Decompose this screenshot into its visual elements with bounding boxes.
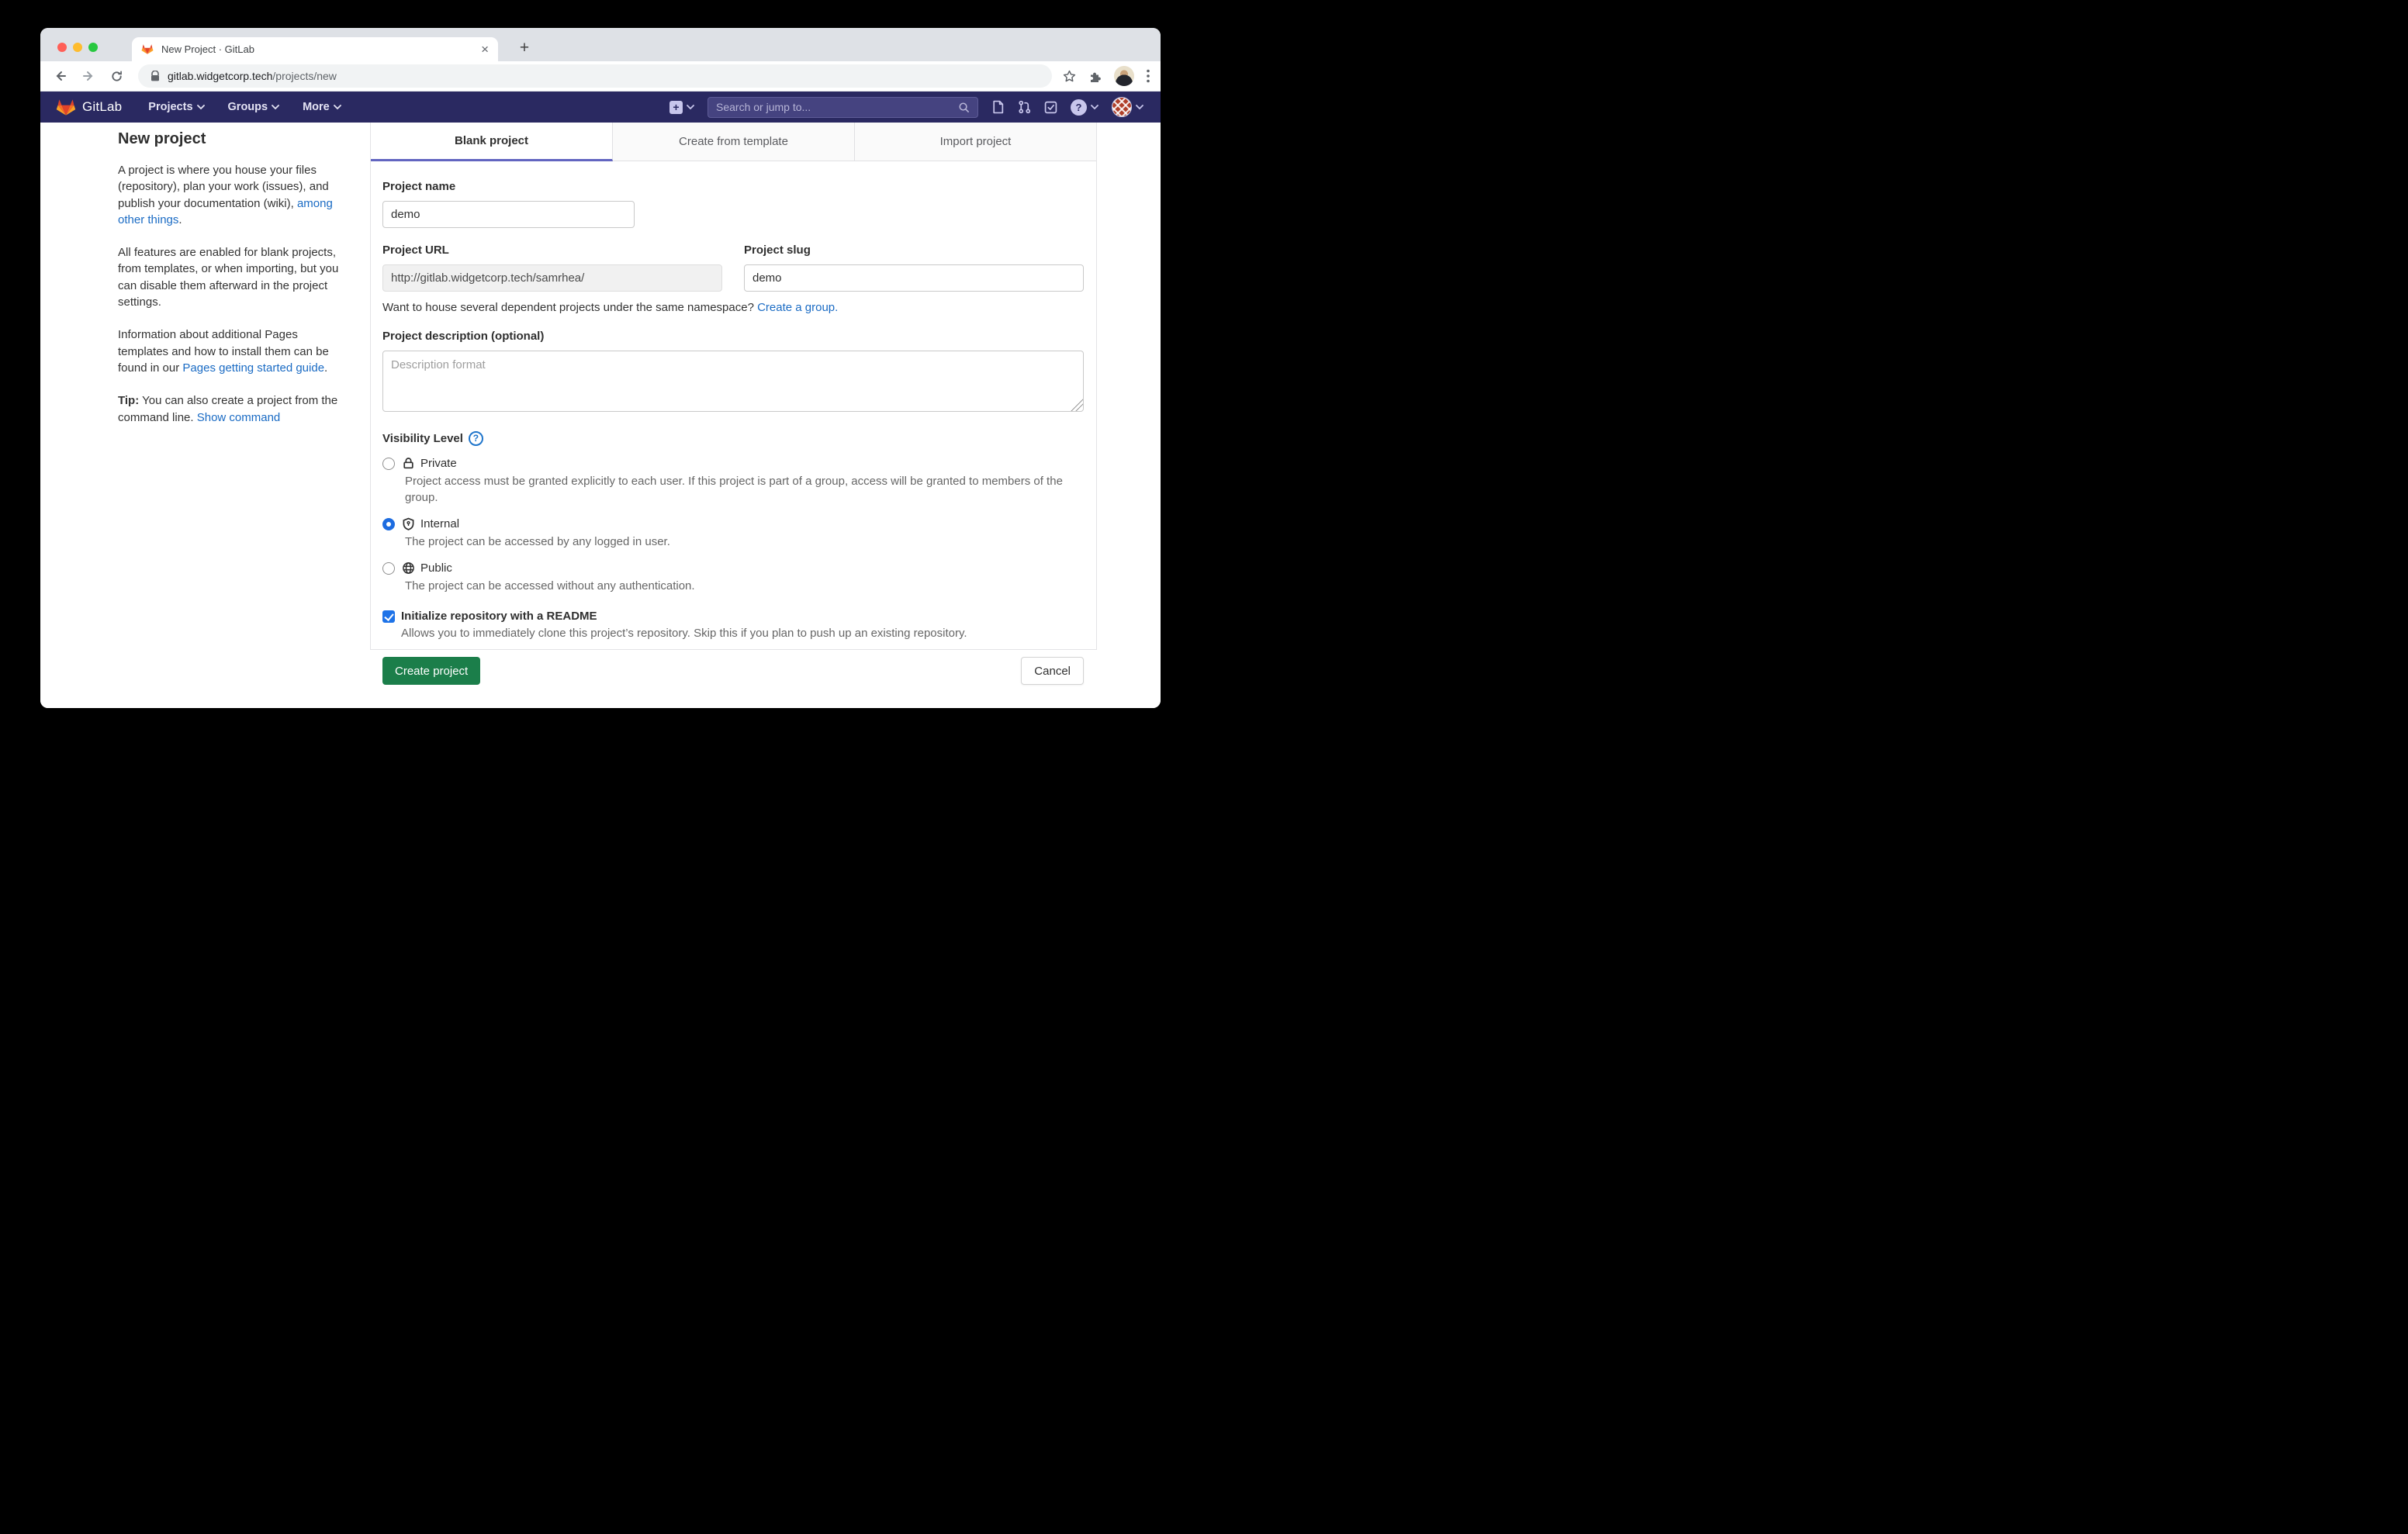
visibility-help-icon[interactable]: ?: [469, 431, 483, 446]
chevron-down-icon: [687, 105, 694, 109]
help-menu[interactable]: ?: [1071, 99, 1098, 116]
merge-request-icon[interactable]: [1018, 100, 1031, 114]
browser-profile-avatar[interactable]: [1114, 66, 1134, 86]
create-a-group-link[interactable]: Create a group.: [757, 301, 838, 314]
search-placeholder: Search or jump to...: [716, 101, 958, 113]
extensions-puzzle-icon[interactable]: [1088, 70, 1102, 83]
chevron-down-icon: [197, 105, 205, 109]
readme-description: Allows you to immediately clone this pro…: [401, 627, 1084, 640]
sidebar-paragraph: Information about additional Pages templ…: [118, 326, 351, 376]
new-menu-plus[interactable]: +: [669, 101, 694, 114]
close-tab-icon[interactable]: ×: [481, 43, 489, 56]
bookmark-star-icon[interactable]: [1063, 70, 1076, 83]
readme-label: Initialize repository with a README: [401, 610, 597, 623]
private-radio[interactable]: [382, 458, 395, 470]
page-title: New project: [118, 130, 351, 148]
user-menu[interactable]: [1112, 97, 1143, 117]
tab-create-from-template[interactable]: Create from template: [613, 123, 855, 161]
search-input[interactable]: Search or jump to...: [708, 97, 978, 118]
tab-blank-project[interactable]: Blank project: [371, 123, 613, 161]
nav-more-menu[interactable]: More: [303, 101, 341, 113]
readme-section: Initialize repository with a README Allo…: [382, 610, 1084, 640]
zoom-window-button[interactable]: [88, 43, 98, 52]
search-icon: [958, 102, 970, 113]
show-command-link[interactable]: Show command: [197, 411, 281, 424]
chevron-down-icon: [1091, 105, 1098, 109]
new-tab-button[interactable]: +: [514, 38, 535, 60]
new-project-panel: Blank project Create from template Impor…: [370, 123, 1097, 650]
project-slug-input[interactable]: [744, 264, 1084, 292]
nav-groups-menu[interactable]: Groups: [228, 101, 280, 113]
blank-project-form: Project name Project URL Project slug Wa…: [371, 161, 1096, 685]
visibility-level-label: Visibility Level: [382, 432, 463, 445]
readme-checkbox[interactable]: [382, 610, 395, 623]
user-avatar: [1112, 97, 1132, 117]
chevron-down-icon: [272, 105, 279, 109]
close-window-button[interactable]: [57, 43, 67, 52]
forward-icon[interactable]: [79, 67, 98, 85]
create-project-button[interactable]: Create project: [382, 657, 480, 685]
project-url-label: Project URL: [382, 244, 722, 257]
sidebar-paragraph: A project is where you house your files …: [118, 162, 351, 228]
browser-tab[interactable]: New Project · GitLab ×: [132, 37, 498, 61]
browser-window: New Project · GitLab × + gitlab.widgetco…: [40, 28, 1161, 708]
sidebar-tip: Tip: You can also create a project from …: [118, 392, 351, 426]
lock-icon: [150, 71, 160, 81]
url-bar[interactable]: gitlab.widgetcorp.tech/projects/new: [138, 64, 1052, 88]
sidebar-paragraph: All features are enabled for blank proje…: [118, 244, 351, 310]
help-icon: ?: [1071, 99, 1087, 116]
project-name-input[interactable]: [382, 201, 635, 228]
nav-projects-menu[interactable]: Projects: [148, 101, 204, 113]
tab-title: New Project · GitLab: [161, 43, 481, 55]
internal-radio[interactable]: [382, 518, 395, 530]
visibility-option-internal[interactable]: Internal The project can be accessed by …: [382, 517, 1084, 550]
gitlab-logo-text[interactable]: GitLab: [82, 99, 122, 115]
back-icon[interactable]: [51, 67, 70, 85]
project-url-input[interactable]: [382, 264, 722, 292]
chevron-down-icon: [1136, 105, 1143, 109]
chevron-down-icon: [334, 105, 341, 109]
visibility-option-public[interactable]: Public The project can be accessed witho…: [382, 561, 1084, 594]
pages-guide-link[interactable]: Pages getting started guide: [182, 361, 324, 375]
plus-square-icon: +: [669, 101, 683, 114]
lock-icon: [402, 457, 415, 470]
project-name-label: Project name: [382, 180, 1084, 193]
browser-tab-strip: New Project · GitLab × +: [40, 28, 1161, 61]
gitlab-logo-icon[interactable]: [56, 98, 76, 117]
shield-icon: [402, 517, 415, 530]
browser-menu-dots-icon[interactable]: [1147, 69, 1150, 83]
minimize-window-button[interactable]: [73, 43, 82, 52]
gitlab-favicon: [141, 43, 154, 55]
namespace-hint: Want to house several dependent projects…: [382, 301, 1084, 314]
public-radio[interactable]: [382, 562, 395, 575]
visibility-option-private[interactable]: Private Project access must be granted e…: [382, 457, 1084, 506]
cancel-button[interactable]: Cancel: [1021, 657, 1084, 685]
todos-icon[interactable]: [1044, 101, 1057, 114]
new-project-sidebar: New project A project is where you house…: [118, 130, 351, 442]
url-path: /projects/new: [272, 70, 336, 82]
window-controls: [57, 43, 98, 52]
tab-import-project[interactable]: Import project: [855, 123, 1096, 161]
project-type-tabs: Blank project Create from template Impor…: [371, 123, 1096, 161]
page-content: New project A project is where you house…: [40, 123, 1161, 708]
project-description-label: Project description (optional): [382, 330, 1084, 343]
project-slug-label: Project slug: [744, 244, 1084, 257]
project-description-textarea[interactable]: [382, 351, 1084, 412]
gitlab-navbar: GitLab Projects Groups More + Search or …: [40, 92, 1161, 123]
globe-icon: [402, 561, 415, 575]
reload-icon[interactable]: [107, 67, 126, 85]
issues-icon[interactable]: [991, 100, 1005, 114]
url-domain: gitlab.widgetcorp.tech: [168, 70, 272, 82]
browser-toolbar: gitlab.widgetcorp.tech/projects/new: [40, 61, 1161, 92]
